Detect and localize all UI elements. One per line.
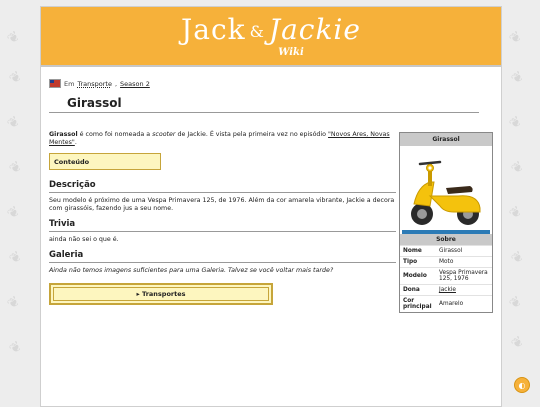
infobox-key: Nome	[400, 245, 436, 257]
trivia-text: ainda não sei o que é.	[49, 236, 119, 243]
title-row: Girassol	[67, 96, 493, 110]
infobox-key: Modelo	[400, 267, 436, 285]
description-text: Seu modelo é próximo de uma Vespa Primav…	[49, 197, 395, 212]
infobox-section-title: Sobre	[400, 234, 492, 245]
logo-jackie: Jackie	[268, 13, 361, 46]
infobox-table: Nome Girassol Tipo Moto Modelo Vespa Pri…	[400, 245, 492, 312]
gallery-text: Ainda não temos imagens suficientes para…	[49, 267, 334, 274]
intro-text-b: de Jackie. É vista pela primeira vez no …	[175, 131, 329, 138]
infobox-image[interactable]	[400, 146, 492, 234]
infobox-key: Dona	[400, 284, 436, 296]
site-banner: Jack & Jackie Wiki	[41, 7, 501, 67]
table-of-contents[interactable]: Conteúdo	[49, 153, 161, 170]
section-title-description: Descrição	[49, 180, 396, 193]
page-title: Girassol	[67, 96, 122, 110]
infobox-row: Tipo Moto	[400, 256, 492, 268]
scooter-illustration	[411, 160, 481, 225]
infobox-key: Cor principal	[400, 295, 436, 312]
owner-link[interactable]: Jackie	[439, 287, 456, 293]
logo-wiki: Wiki	[278, 47, 304, 58]
theme-toggle-icon: ◐	[518, 380, 526, 390]
logo-ampersand: &	[249, 22, 265, 41]
infobox-row: Nome Girassol	[400, 245, 492, 257]
breadcrumb: Em Transporte, Season 2	[49, 79, 493, 88]
image-caption-bar	[402, 230, 490, 234]
section-title-trivia: Trivia	[49, 219, 396, 232]
title-divider	[49, 112, 479, 113]
breadcrumb-separator: ,	[114, 79, 118, 88]
article-content: Em Transporte, Season 2 Girassol Girasso…	[49, 79, 493, 313]
site-logo[interactable]: Jack & Jackie	[41, 13, 501, 46]
infobox-value: Vespa Primavera 125, 1976	[436, 267, 492, 285]
infobox-value-cell: Jackie	[436, 284, 492, 296]
infobox-row: Cor principal Amarelo	[400, 295, 492, 312]
infobox-key: Tipo	[400, 256, 436, 268]
logo-jack: Jack	[181, 13, 246, 46]
wiki-page: Jack & Jackie Wiki Em Transporte, Season 2…	[40, 6, 502, 407]
intro-text-end: .	[74, 139, 77, 146]
section-title-gallery: Galeria	[49, 250, 396, 263]
navbox-label: ▸ Transportes	[136, 290, 186, 298]
article-body: Girassol é como foi nomeada a scooter de…	[49, 131, 396, 305]
intro-text-a: é como foi nomeada a	[77, 131, 153, 138]
infobox-value: Girassol	[436, 245, 492, 257]
transportes-navbox[interactable]: ▸ Transportes	[49, 283, 273, 305]
infobox-row: Dona Jackie	[400, 284, 492, 296]
breadcrumb-category-link[interactable]: Transporte	[77, 80, 112, 88]
flag-icon	[49, 79, 61, 88]
theme-toggle-button[interactable]: ◐	[514, 377, 530, 393]
intro-paragraph: Girassol é como foi nomeada a scooter de…	[49, 131, 396, 147]
infobox-value: Amarelo	[436, 295, 492, 312]
infobox-row: Modelo Vespa Primavera 125, 1976	[400, 267, 492, 285]
infobox: Girassol Sobre Nome Girassol Tipo Moto M…	[399, 132, 493, 313]
intro-scooter-term: scooter	[152, 131, 176, 138]
breadcrumb-prefix: Em	[64, 79, 75, 88]
intro-bold-name: Girassol	[49, 131, 78, 138]
breadcrumb-season-link[interactable]: Season 2	[120, 80, 150, 88]
infobox-title: Girassol	[400, 133, 492, 146]
infobox-value: Moto	[436, 256, 492, 268]
